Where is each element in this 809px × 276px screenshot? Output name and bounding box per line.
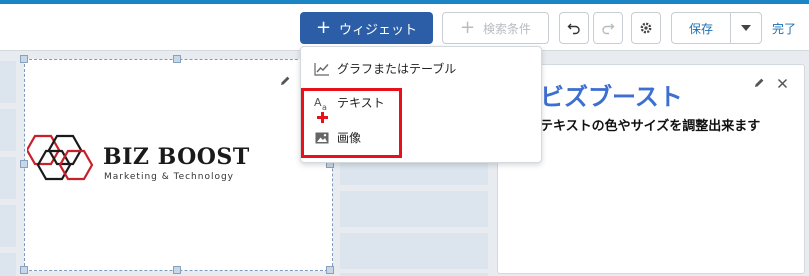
close-icon[interactable] (777, 78, 788, 89)
edit-icon[interactable] (279, 75, 291, 87)
chevron-down-icon (741, 25, 751, 31)
resize-handle[interactable] (173, 266, 181, 274)
resize-handle[interactable] (173, 55, 181, 63)
done-button[interactable]: 完了 (772, 12, 796, 44)
save-button[interactable]: 保存 (671, 12, 731, 44)
resize-handle[interactable] (20, 55, 28, 63)
grid-cell (0, 205, 16, 247)
save-options-button[interactable] (730, 12, 762, 44)
grid-cell (340, 233, 488, 269)
plus-icon: + (315, 17, 332, 38)
logo-tagline: Marketing & Technology (104, 172, 235, 182)
menu-item-label: グラフまたはテーブル (337, 62, 457, 76)
dashboard-toolbar: + ウィジェット + 検索条件 保存 完了 (0, 4, 809, 51)
text-widget[interactable]: ビズブースト テキストの色やサイズを調整出来ます (497, 64, 805, 274)
highlight-annotation-box (301, 88, 402, 158)
settings-button[interactable] (631, 12, 661, 44)
redo-button[interactable] (593, 12, 623, 44)
undo-button[interactable] (559, 12, 589, 44)
logo-hexagon-icon (27, 134, 94, 181)
plus-icon: + (459, 17, 476, 38)
save-label: 保存 (688, 21, 713, 36)
undo-icon (567, 23, 580, 35)
add-filter-label: 検索条件 (483, 21, 532, 36)
redo-icon (602, 23, 615, 35)
image-widget[interactable]: BIZ BOOST Marketing & Technology (24, 59, 333, 271)
text-widget-title: ビズブースト (540, 83, 683, 111)
add-filter-button[interactable]: + 検索条件 (442, 12, 549, 44)
grid-cell (340, 191, 488, 227)
grid-cell (0, 61, 16, 103)
line-chart-icon (313, 61, 331, 77)
add-widget-button[interactable]: + ウィジェット (300, 12, 433, 44)
resize-handle[interactable] (20, 160, 28, 168)
gear-icon (640, 22, 652, 34)
logo-title: BIZ BOOST (103, 144, 250, 170)
edit-icon[interactable] (753, 77, 765, 89)
grid-cell (0, 157, 16, 199)
done-label: 完了 (772, 21, 797, 36)
grid-cell (0, 253, 16, 276)
add-widget-label: ウィジェット (339, 22, 418, 38)
resize-handle[interactable] (20, 266, 28, 274)
text-widget-subtitle: テキストの色やサイズを調整出来ます (540, 119, 761, 134)
grid-cell (0, 109, 16, 151)
resize-handle[interactable] (326, 266, 334, 274)
menu-item-chart-or-table[interactable]: グラフまたはテーブル (313, 60, 456, 77)
